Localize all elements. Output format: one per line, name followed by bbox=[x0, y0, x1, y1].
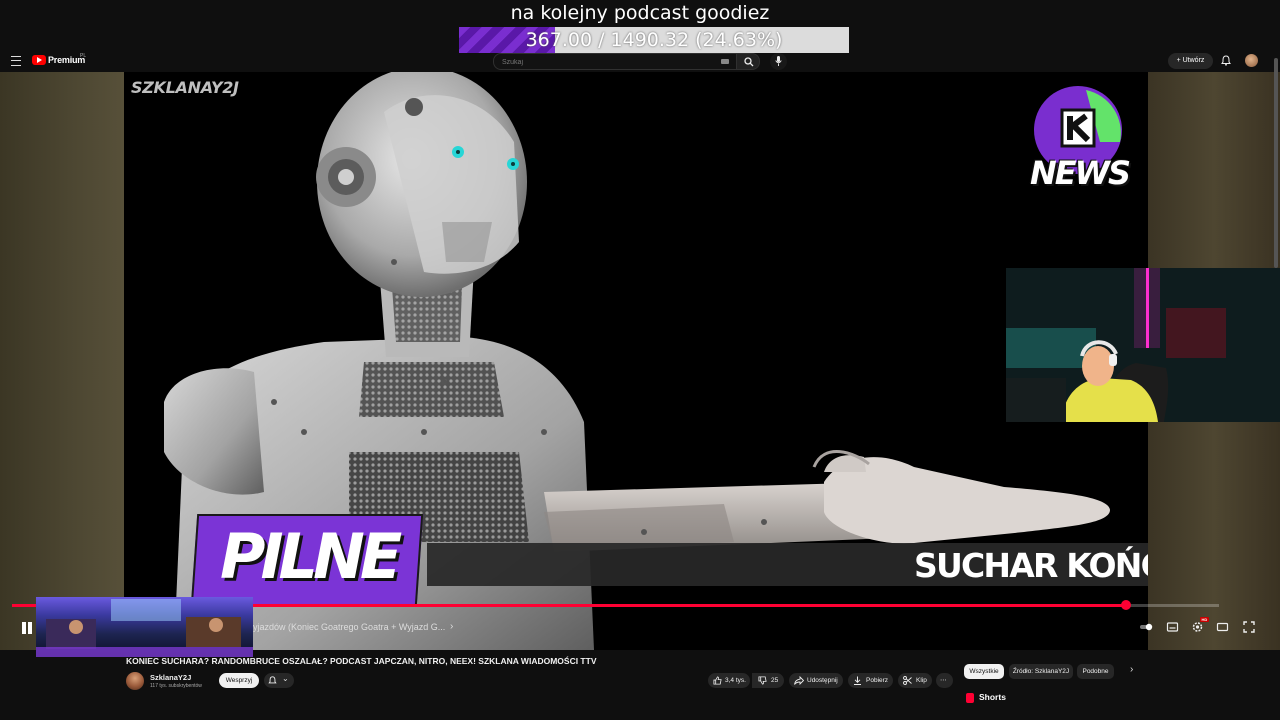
search-button[interactable] bbox=[736, 53, 760, 70]
notification-settings-button[interactable]: ⌄ bbox=[264, 673, 294, 688]
video-player[interactable]: SZKLANAY2J NEWS PILNE SUCHAR KOŃCZY bbox=[124, 72, 1148, 650]
chapter-chevron-icon[interactable]: › bbox=[450, 621, 453, 632]
create-label: Utwórz bbox=[1182, 57, 1205, 64]
page-scrollbar[interactable] bbox=[1274, 58, 1278, 268]
search-icon bbox=[744, 57, 754, 67]
subscriber-count: 117 tys. subskrybentów bbox=[150, 683, 202, 689]
search-input[interactable] bbox=[500, 55, 704, 70]
scissors-icon bbox=[903, 676, 912, 685]
subtitles-icon[interactable] bbox=[1166, 620, 1180, 634]
search-box bbox=[493, 53, 738, 70]
shorts-label: Shorts bbox=[979, 692, 1006, 702]
share-icon bbox=[794, 676, 804, 685]
chips-next-chevron-icon[interactable]: › bbox=[1130, 664, 1133, 675]
seek-preview-thumbnail bbox=[36, 597, 253, 657]
stream-title: na kolejny podcast goodiez bbox=[510, 2, 770, 24]
dislike-count: 25 bbox=[771, 677, 779, 684]
news-label: NEWS bbox=[1030, 154, 1131, 192]
webcam-scene bbox=[1006, 268, 1280, 422]
region-label: PL bbox=[80, 53, 87, 59]
shorts-icon bbox=[966, 693, 974, 703]
theater-mode-icon[interactable] bbox=[1216, 620, 1230, 634]
player-right-controls: HD bbox=[1139, 617, 1264, 636]
microphone-icon bbox=[775, 56, 782, 66]
chip-related[interactable]: Podobne bbox=[1077, 664, 1114, 679]
share-button[interactable]: Udostępnij bbox=[789, 673, 843, 688]
donation-goal-text: 367.00 / 1490.32 (24.63%) bbox=[525, 29, 783, 51]
channel-avatar[interactable] bbox=[126, 672, 144, 690]
account-avatar[interactable] bbox=[1245, 54, 1258, 67]
thumbs-down-icon bbox=[758, 676, 767, 685]
chapter-title[interactable]: yjazdów (Koniec Goatrego Goatra + Wyjazd… bbox=[253, 622, 445, 632]
channel-watermark: SZKLANAY2J bbox=[131, 78, 239, 97]
download-label: Pobierz bbox=[866, 677, 889, 684]
breaking-news-label: PILNE bbox=[220, 520, 402, 593]
share-label: Udostępnij bbox=[807, 677, 838, 684]
donation-goal-bar: 367.00 / 1490.32 (24.63%) bbox=[459, 27, 849, 53]
chevron-down-icon: ⌄ bbox=[282, 674, 289, 683]
channel-name[interactable]: SzklanaY2J bbox=[150, 673, 191, 682]
ambient-background-left bbox=[0, 72, 124, 650]
news-ticker-text: SUCHAR KOŃCZY bbox=[914, 546, 1148, 585]
more-dots-icon: ⋯ bbox=[940, 677, 947, 684]
download-icon bbox=[854, 676, 861, 685]
preview-scene bbox=[36, 599, 253, 657]
dislike-button[interactable]: 25 bbox=[752, 673, 784, 688]
download-button[interactable]: Pobierz bbox=[848, 673, 893, 688]
fullscreen-icon[interactable] bbox=[1242, 620, 1256, 634]
create-button[interactable]: + Utwórz bbox=[1168, 53, 1213, 69]
like-button[interactable]: 3,4 tys. bbox=[708, 673, 750, 688]
voice-search-button[interactable] bbox=[770, 53, 787, 70]
streamer-webcam bbox=[1006, 268, 1280, 422]
hamburger-menu-icon[interactable] bbox=[11, 56, 21, 66]
autoplay-toggle[interactable] bbox=[1139, 620, 1155, 634]
youtube-topbar: Premium PL + Utwórz bbox=[0, 50, 1280, 72]
like-count: 3,4 tys. bbox=[725, 677, 746, 684]
clip-label: Klip bbox=[916, 677, 927, 684]
seek-bar-thumb[interactable] bbox=[1121, 600, 1132, 610]
video-title: KONIEC SUCHARA? RANDOMBRUCE OSZALAŁ? POD… bbox=[126, 656, 597, 666]
clip-button[interactable]: Klip bbox=[898, 673, 932, 688]
keyboard-icon[interactable] bbox=[721, 59, 729, 64]
bell-icon bbox=[268, 676, 277, 684]
support-button[interactable]: Wesprzyj bbox=[219, 673, 259, 688]
pause-button[interactable] bbox=[20, 621, 34, 635]
hd-badge: HD bbox=[1200, 617, 1209, 622]
more-actions-button[interactable]: ⋯ bbox=[936, 673, 953, 688]
thumbs-up-icon bbox=[713, 676, 722, 685]
chip-all[interactable]: Wszystkie bbox=[964, 664, 1004, 679]
youtube-logo-icon[interactable] bbox=[32, 55, 46, 65]
chip-source[interactable]: Źródło: SzklanaY2J bbox=[1009, 664, 1073, 679]
notifications-bell-icon[interactable] bbox=[1221, 55, 1231, 66]
settings-gear-icon[interactable] bbox=[1191, 620, 1205, 634]
